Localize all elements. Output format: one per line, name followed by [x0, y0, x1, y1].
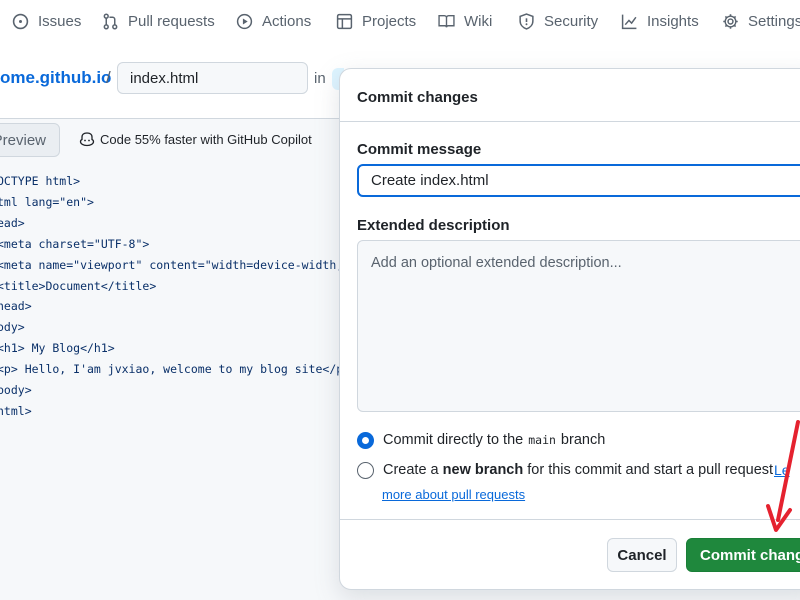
code-line: ead>	[0, 215, 25, 230]
issue-opened-icon	[12, 13, 29, 29]
git-pull-request-icon	[103, 13, 118, 29]
nav-projects[interactable]: Projects	[336, 10, 416, 32]
shield-icon	[519, 12, 534, 30]
dialog-title: Commit changes	[357, 89, 478, 106]
nav-insights[interactable]: Insights	[621, 10, 699, 32]
code-line: ody>	[0, 320, 25, 335]
nav-issues-label: Issues	[38, 12, 82, 30]
copilot-hint[interactable]: Code 55% faster with GitHub Copilot	[79, 131, 312, 147]
path-separator: /	[106, 68, 111, 87]
table-icon	[336, 13, 353, 29]
code-line: <meta charset="UTF-8">	[0, 236, 150, 251]
option-direct-prefix: Commit directly to the	[383, 432, 524, 448]
repo-nav: Issues Pull requests Actions Projects Wi…	[0, 0, 800, 45]
play-icon	[236, 13, 253, 29]
option-new-branch-prefix: Create a	[383, 462, 439, 478]
graph-icon	[621, 14, 637, 29]
nav-insights-label: Insights	[647, 12, 699, 30]
in-label: in	[314, 70, 326, 87]
dialog-footer-divider	[340, 519, 800, 520]
learn-more-link-start[interactable]: Le	[774, 462, 790, 478]
code-line: tml lang="en">	[0, 194, 94, 209]
radio-commit-direct[interactable]	[357, 432, 374, 449]
commit-message-input[interactable]	[357, 164, 800, 197]
option-new-branch[interactable]: Create a new branch for this commit and …	[357, 462, 773, 479]
nav-wiki-label: Wiki	[464, 12, 493, 30]
code-line: <p> Hello, I'am jvxiao, welcome to my bl…	[0, 362, 344, 377]
filename-input[interactable]	[117, 62, 308, 94]
code-line: <title>Document</title>	[0, 278, 157, 293]
option-new-branch-suffix: for this commit and start a pull request	[527, 462, 774, 478]
nav-projects-label: Projects	[362, 12, 417, 30]
extended-description-input[interactable]	[357, 240, 800, 412]
cancel-button[interactable]: Cancel	[607, 538, 677, 572]
copilot-hint-label: Code 55% faster with GitHub Copilot	[100, 131, 312, 147]
nav-settings[interactable]: Settings	[722, 10, 800, 32]
option-new-branch-text: Create a new branch for this commit and …	[383, 462, 773, 478]
gear-icon	[723, 13, 738, 29]
tab-preview[interactable]: Preview	[0, 123, 60, 157]
commit-changes-button[interactable]: Commit change	[686, 538, 800, 572]
option-commit-direct-text: Commit directly to the main branch	[383, 432, 605, 448]
dialog-header-divider	[340, 121, 800, 122]
repo-link[interactable]: ome.github.io	[0, 68, 111, 88]
tab-preview-label: Preview	[0, 131, 46, 149]
option-new-branch-bold: new branch	[442, 462, 524, 478]
option-commit-direct[interactable]: Commit directly to the main branch	[357, 432, 605, 449]
nav-security[interactable]: Security	[518, 10, 598, 32]
extended-description-label: Extended description	[357, 217, 510, 234]
nav-pull-requests[interactable]: Pull requests	[102, 10, 215, 32]
nav-pull-requests-label: Pull requests	[128, 12, 215, 30]
nav-wiki[interactable]: Wiki	[438, 10, 492, 32]
nav-settings-label: Settings	[748, 12, 800, 30]
radio-new-branch[interactable]	[357, 462, 374, 479]
nav-actions-label: Actions	[262, 12, 312, 30]
learn-more-link[interactable]: more about pull requests	[382, 487, 525, 502]
nav-issues[interactable]: Issues	[12, 10, 81, 32]
commit-message-label: Commit message	[357, 141, 482, 158]
code-line: body>	[0, 383, 32, 397]
copilot-icon	[79, 132, 95, 147]
code-line: head>	[0, 299, 32, 314]
nav-actions[interactable]: Actions	[236, 10, 311, 32]
code-line: <meta name="viewport" content="width=dev…	[0, 257, 344, 272]
code-line: html>	[0, 403, 32, 418]
nav-security-label: Security	[544, 12, 599, 30]
code-line: <h1> My Blog</h1>	[0, 341, 115, 356]
branch-name-main: main	[528, 433, 556, 447]
book-icon	[438, 14, 455, 27]
commit-dialog: Commit changes Commit message Extended d…	[339, 68, 800, 590]
code-line: OCTYPE html>	[0, 174, 81, 188]
option-direct-suffix: branch	[560, 432, 606, 448]
